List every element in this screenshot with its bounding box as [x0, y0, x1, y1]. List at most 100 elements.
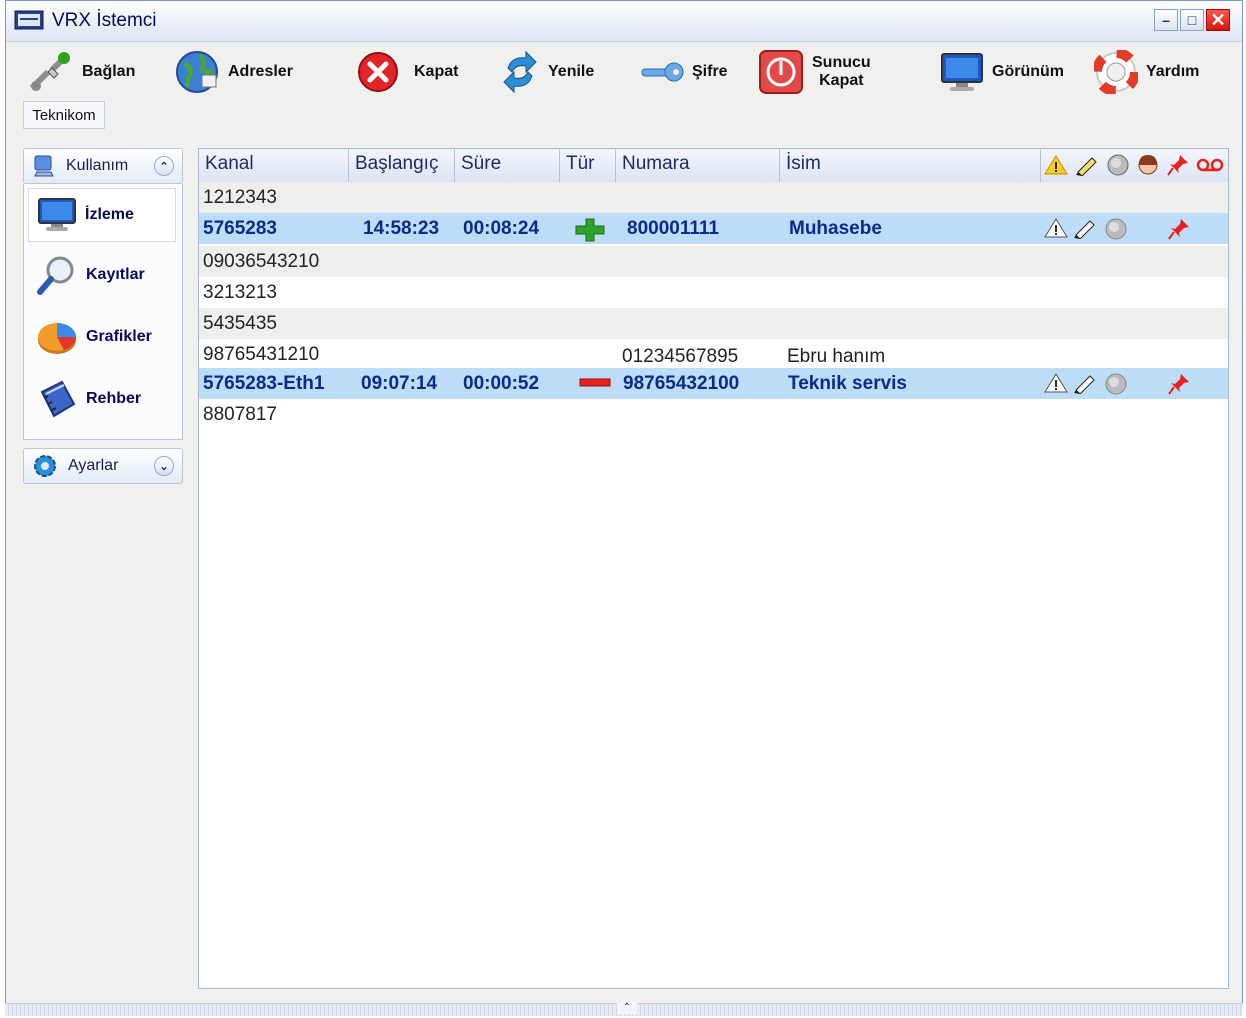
panel-ayarlar-label: Ayarlar [68, 457, 119, 474]
refresh-button[interactable]: Yenile [500, 47, 594, 97]
help-button[interactable]: Yardım [1094, 47, 1199, 97]
table-row-selected[interactable]: 5765283-Eth1 09:07:14 00:00:52 987654321… [199, 368, 1228, 399]
shutdown-server-label-line2: Kapat [819, 72, 864, 89]
sidebar-item-label: Kayıtlar [86, 266, 145, 283]
close-connection-label: Kapat [414, 63, 459, 80]
close-circle-icon [358, 52, 398, 92]
splitter-grip-icon[interactable]: ⌃ [617, 1002, 637, 1014]
table-row-selected[interactable]: 5765283 14:58:23 00:08:24 800001111 Muha… [199, 213, 1228, 244]
voicemail-icon[interactable] [1196, 156, 1224, 174]
maximize-button[interactable]: □ [1180, 9, 1204, 31]
header-icon-group [1044, 153, 1224, 177]
key-icon [641, 62, 684, 82]
usage-icon [34, 155, 54, 177]
table-row[interactable]: 8807817 [199, 399, 1228, 430]
app-icon [14, 10, 44, 30]
cell-sure: 00:00:52 [463, 373, 540, 394]
sidebar-item-label: İzleme [85, 206, 134, 223]
cell-kanal: 09036543210 [203, 251, 320, 272]
column-header-sure[interactable]: Süre [455, 149, 560, 182]
monitor-icon [941, 53, 983, 91]
view-button[interactable]: Görünüm [940, 47, 1064, 97]
calls-grid: Kanal Başlangıç Süre Tür Numara İsim 121… [198, 148, 1229, 989]
cell-baslangic: 14:58:23 [363, 218, 440, 239]
pin-icon[interactable] [1167, 372, 1191, 396]
warning-icon[interactable] [1044, 154, 1068, 176]
addresses-label: Adresler [228, 63, 293, 80]
column-header-baslangic[interactable]: Başlangıç [349, 149, 455, 182]
sidebar-item-label: Rehber [86, 390, 142, 407]
table-row[interactable]: 09036543210 [199, 246, 1228, 277]
monitor-icon [38, 198, 76, 231]
pen-icon[interactable] [1074, 154, 1100, 176]
app-window: VRX İstemci – □ ✕ Bağlan Adresler Kapat … [5, 0, 1243, 1016]
panel-ayarlar-header[interactable]: Ayarlar ⌄ [23, 448, 183, 484]
table-row[interactable]: 3213213 [199, 277, 1228, 308]
speaker-icon[interactable] [1104, 372, 1128, 396]
connect-label: Bağlan [82, 63, 136, 80]
cell-kanal: 5765283 [203, 218, 277, 239]
collapse-chevron-icon[interactable]: ⌃ [154, 156, 174, 176]
column-header-kanal[interactable]: Kanal [199, 149, 349, 182]
warning-outline-icon[interactable] [1044, 217, 1068, 239]
close-window-button[interactable]: ✕ [1206, 9, 1230, 31]
globe-icon [176, 51, 218, 93]
cell-kanal: 8807817 [203, 404, 277, 425]
cell-isim: Muhasebe [789, 218, 882, 239]
sidebar-item-grafikler[interactable]: Grafikler [28, 310, 176, 364]
refresh-icon [503, 50, 537, 94]
table-row[interactable]: 1212343 [199, 182, 1228, 213]
sidebar-item-kayitlar[interactable]: Kayıtlar [28, 248, 176, 302]
speaker-icon[interactable] [1104, 217, 1128, 241]
refresh-label: Yenile [548, 63, 595, 80]
shutdown-server-label: Sunucu Kapat [812, 54, 871, 90]
settings-gear-icon [34, 455, 56, 477]
tab-teknikom[interactable]: Teknikom [23, 101, 105, 129]
agent-icon[interactable] [1136, 153, 1160, 177]
title-bar[interactable]: VRX İstemci – □ ✕ [6, 1, 1242, 42]
pen-icon[interactable] [1072, 372, 1098, 394]
close-connection-button[interactable]: Kapat [356, 47, 458, 97]
cell-kanal: 3213213 [203, 282, 277, 303]
pin-icon[interactable] [1167, 217, 1191, 241]
password-label: Şifre [692, 63, 728, 80]
sidebar-item-rehber[interactable]: Rehber [28, 372, 176, 426]
column-header-numara[interactable]: Numara [616, 149, 780, 182]
cell-numara: 98765432100 [623, 373, 740, 394]
sidebar-item-izleme[interactable]: İzleme [28, 188, 176, 242]
warning-outline-icon[interactable] [1044, 372, 1068, 394]
cell-baslangic: 09:07:14 [361, 373, 438, 394]
addresses-button[interactable]: Adresler [174, 47, 293, 97]
connect-button[interactable]: Bağlan [26, 47, 135, 97]
table-row[interactable]: 5435435 [199, 308, 1228, 339]
sidebar-item-label: Grafikler [86, 328, 152, 345]
help-label: Yardım [1146, 63, 1200, 80]
speaker-icon[interactable] [1106, 153, 1130, 177]
toolbar: Bağlan Adresler Kapat Yenile Şifre Sunuc… [6, 41, 1242, 101]
column-header-isim[interactable]: İsim [780, 149, 1041, 182]
table-row[interactable]: 98765431210 01234567895 Ebru hanım [199, 339, 1228, 370]
power-icon [759, 50, 803, 94]
column-header-tur[interactable]: Tür [560, 149, 616, 182]
outgoing-call-minus-icon [579, 378, 611, 387]
pin-icon[interactable] [1166, 153, 1190, 177]
incoming-call-plus-icon [575, 218, 605, 242]
cell-kanal: 5435435 [203, 313, 277, 334]
window-title: VRX İstemci [52, 10, 157, 31]
connect-icon [29, 52, 70, 91]
cell-sure: 00:08:24 [463, 218, 540, 239]
bottom-splitter[interactable]: ⌃ [5, 1002, 1243, 1016]
phonebook-icon [40, 380, 76, 418]
pie-chart-icon [38, 323, 76, 354]
cell-kanal: 5765283-Eth1 [203, 373, 325, 394]
password-button[interactable]: Şifre [640, 47, 728, 97]
pen-icon[interactable] [1072, 217, 1098, 239]
panel-kullanim-header[interactable]: Kullanım ⌃ [23, 148, 183, 184]
grid-header: Kanal Başlangıç Süre Tür Numara İsim [199, 149, 1228, 183]
minimize-button[interactable]: – [1154, 9, 1178, 31]
shutdown-server-label-line1: Sunucu [812, 54, 871, 71]
sidebar: Kullanım ⌃ İzleme Kayıtlar Grafikler Reh… [23, 148, 183, 484]
view-label: Görünüm [992, 63, 1064, 80]
shutdown-server-button[interactable]: Sunucu Kapat [758, 47, 871, 97]
expand-chevron-icon[interactable]: ⌄ [154, 456, 174, 476]
